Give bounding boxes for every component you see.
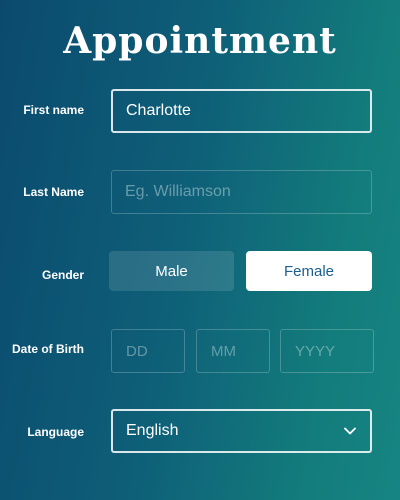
language-label: Language xyxy=(27,425,84,439)
language-select[interactable]: English xyxy=(111,409,372,453)
first-name-field[interactable] xyxy=(111,89,372,133)
appointment-page: Appointment First name Last Name Gender … xyxy=(0,0,400,500)
date-of-birth-label: Date of Birth xyxy=(12,342,84,356)
dob-month-field[interactable] xyxy=(196,329,270,373)
last-name-row: Last Name xyxy=(0,170,400,214)
dob-year-input[interactable] xyxy=(295,342,359,360)
gender-row: Gender Male Female xyxy=(0,251,400,291)
first-name-row: First name xyxy=(0,89,400,133)
gender-female-button[interactable]: Female xyxy=(246,251,372,291)
gender-label: Gender xyxy=(41,268,84,282)
page-title: Appointment xyxy=(63,20,337,62)
dob-day-field[interactable] xyxy=(111,329,185,373)
last-name-input[interactable] xyxy=(125,183,358,201)
chevron-down-icon[interactable] xyxy=(343,424,357,438)
language-selected-value: English xyxy=(126,422,179,439)
dob-year-field[interactable] xyxy=(280,329,374,373)
first-name-input[interactable] xyxy=(126,102,357,120)
last-name-field[interactable] xyxy=(111,170,372,214)
first-name-label: First name xyxy=(23,103,84,117)
language-row: Language English xyxy=(0,409,400,453)
dob-month-input[interactable] xyxy=(211,342,255,360)
date-of-birth-row: Date of Birth xyxy=(0,329,400,373)
gender-male-button[interactable]: Male xyxy=(109,251,234,291)
dob-day-input[interactable] xyxy=(126,342,170,360)
last-name-label: Last Name xyxy=(23,185,84,199)
